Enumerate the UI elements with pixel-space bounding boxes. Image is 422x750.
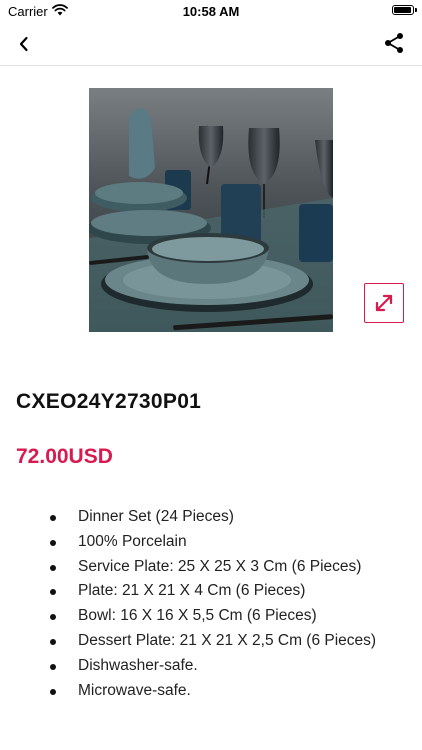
expand-icon <box>375 294 393 312</box>
battery-icon <box>392 5 417 15</box>
share-icon <box>385 33 403 53</box>
chevron-left-icon <box>19 36 28 52</box>
feature-list: Dinner Set (24 Pieces) 100% Porcelain Se… <box>50 505 376 703</box>
status-time: 10:58 AM <box>182 4 240 19</box>
back-button[interactable] <box>10 30 38 58</box>
nav-bar <box>0 22 422 66</box>
expand-image-button[interactable] <box>364 283 404 323</box>
list-item: Bowl: 16 X 16 X 5,5 Cm (6 Pieces) <box>50 604 376 629</box>
list-item: Service Plate: 25 X 25 X 3 Cm (6 Pieces) <box>50 555 376 580</box>
list-item: Dishwasher-safe. <box>50 654 376 679</box>
list-item: 100% Porcelain <box>50 530 376 555</box>
share-button[interactable] <box>380 29 408 57</box>
status-bar: Carrier 10:58 AM <box>0 0 422 22</box>
product-code: CXEO24Y2730P01 <box>16 390 202 413</box>
product-image[interactable] <box>89 88 333 332</box>
product-price: 72.00USD <box>16 445 113 468</box>
list-item: Microwave-safe. <box>50 679 376 704</box>
list-item: Dinner Set (24 Pieces) <box>50 505 376 530</box>
list-item: Dessert Plate: 21 X 21 X 2,5 Cm (6 Piece… <box>50 629 376 654</box>
list-item: Plate: 21 X 21 X 4 Cm (6 Pieces) <box>50 579 376 604</box>
